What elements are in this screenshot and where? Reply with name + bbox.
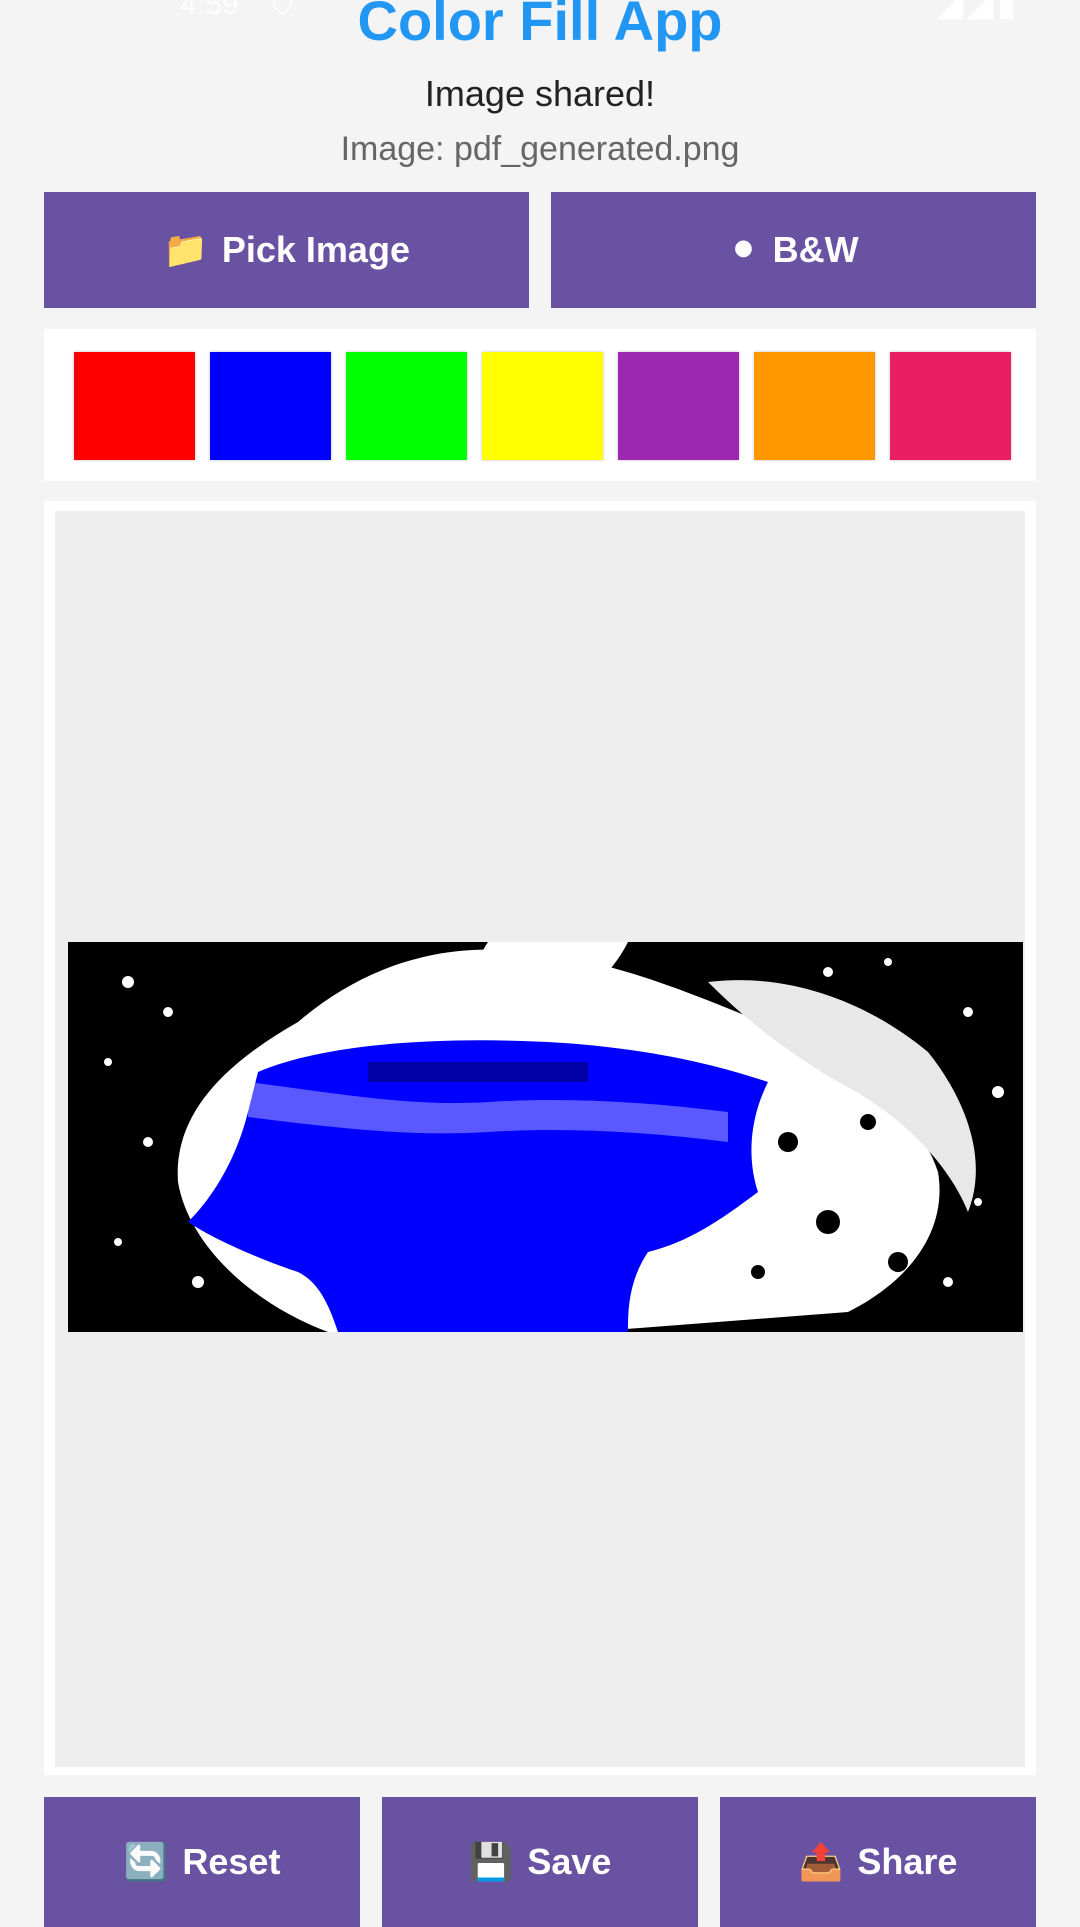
color-swatch-blue[interactable] [210, 352, 331, 460]
pick-image-label: Pick Image [221, 229, 410, 270]
color-swatch-orange[interactable] [754, 352, 875, 460]
reset-label: Reset [182, 1841, 281, 1882]
black-circle-icon: ⚫ [728, 229, 759, 270]
canvas-card [44, 501, 1036, 1775]
save-button[interactable]: 💾 Save [382, 1797, 698, 1927]
cave-image-graphic [68, 942, 1023, 1332]
color-palette [44, 329, 1036, 481]
drawing-canvas[interactable] [55, 511, 1025, 1767]
save-label: Save [527, 1841, 612, 1882]
pick-image-button[interactable]: 📁 Pick Image [44, 192, 529, 308]
share-label: Share [857, 1841, 958, 1882]
floppy-disk-icon: 💾 [468, 1841, 514, 1882]
color-swatch-pink[interactable] [890, 352, 1011, 460]
color-swatch-purple[interactable] [618, 352, 739, 460]
file-name-label: Image: pdf_generated.png [340, 130, 740, 168]
color-swatch-green[interactable] [346, 352, 467, 460]
outbox-tray-icon: 📤 [798, 1841, 844, 1882]
refresh-icon: 🔄 [123, 1841, 169, 1882]
bw-button[interactable]: ⚫ B&W [551, 192, 1036, 308]
status-message: Image shared! [424, 73, 656, 114]
folder-icon: 📁 [163, 229, 208, 270]
app-title: Color Fill App [357, 0, 723, 52]
reset-button[interactable]: 🔄 Reset [44, 1797, 360, 1927]
color-swatch-red[interactable] [74, 352, 195, 460]
color-swatch-yellow[interactable] [482, 352, 603, 460]
bw-label: B&W [772, 229, 859, 270]
share-button[interactable]: 📤 Share [720, 1797, 1036, 1927]
filled-image[interactable] [68, 942, 1023, 1332]
